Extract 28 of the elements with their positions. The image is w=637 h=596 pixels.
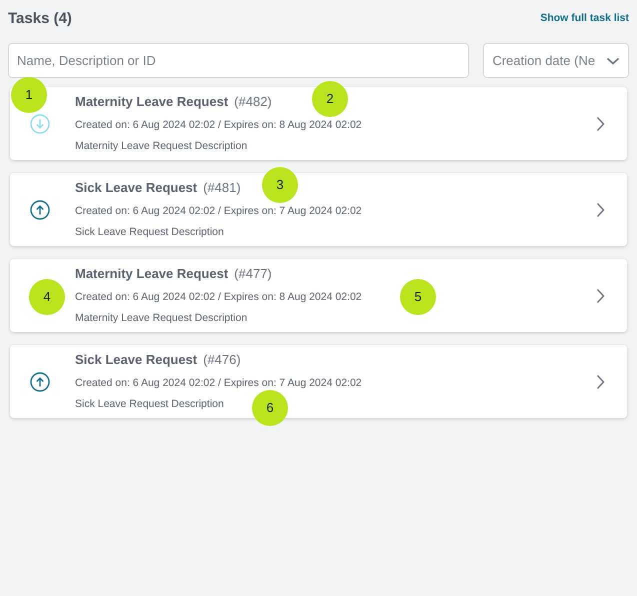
show-full-task-list-link[interactable]: Show full task list [540,11,629,27]
task-description: Maternity Leave Request Description [75,311,248,326]
arrow-up-circle-icon [30,372,50,392]
task-dates: Created on: 6 Aug 2024 02:02 / Expires on: 7 Aug 2024 02:02 [75,204,362,218]
chevron-right-icon [596,374,605,390]
page-title: Tasks (4) [8,8,72,29]
task-description: Sick Leave Request Description [75,397,224,412]
task-id: (#482) [234,93,272,111]
task-id: (#481) [203,179,241,197]
task-title: Sick Leave Request [75,179,198,197]
task-description: Sick Leave Request Description [75,225,224,240]
arrow-up-circle-icon [30,200,50,220]
chevron-down-icon [606,56,620,66]
task-title: Maternity Leave Request [75,265,228,283]
task-dates: Created on: 6 Aug 2024 02:02 / Expires on: 8 Aug 2024 02:02 [75,118,362,132]
task-description: Maternity Leave Request Description [75,139,248,154]
task-dates: Created on: 6 Aug 2024 02:02 / Expires on: 8 Aug 2024 02:02 [75,290,362,304]
search-field[interactable]: Name, Description or ID [8,43,470,78]
task-id: (#477) [234,265,272,283]
task-title: Sick Leave Request [75,351,198,369]
chevron-right-icon [596,202,605,218]
chevron-right-icon [596,288,605,304]
task-dates: Created on: 6 Aug 2024 02:02 / Expires on: 7 Aug 2024 02:02 [75,376,362,390]
arrow-down-circle-icon [30,114,50,134]
sort-dropdown[interactable]: Creation date (Ne [483,43,629,78]
task-title: Maternity Leave Request [75,93,228,111]
task-id: (#476) [203,351,241,369]
chevron-right-icon [596,116,605,132]
